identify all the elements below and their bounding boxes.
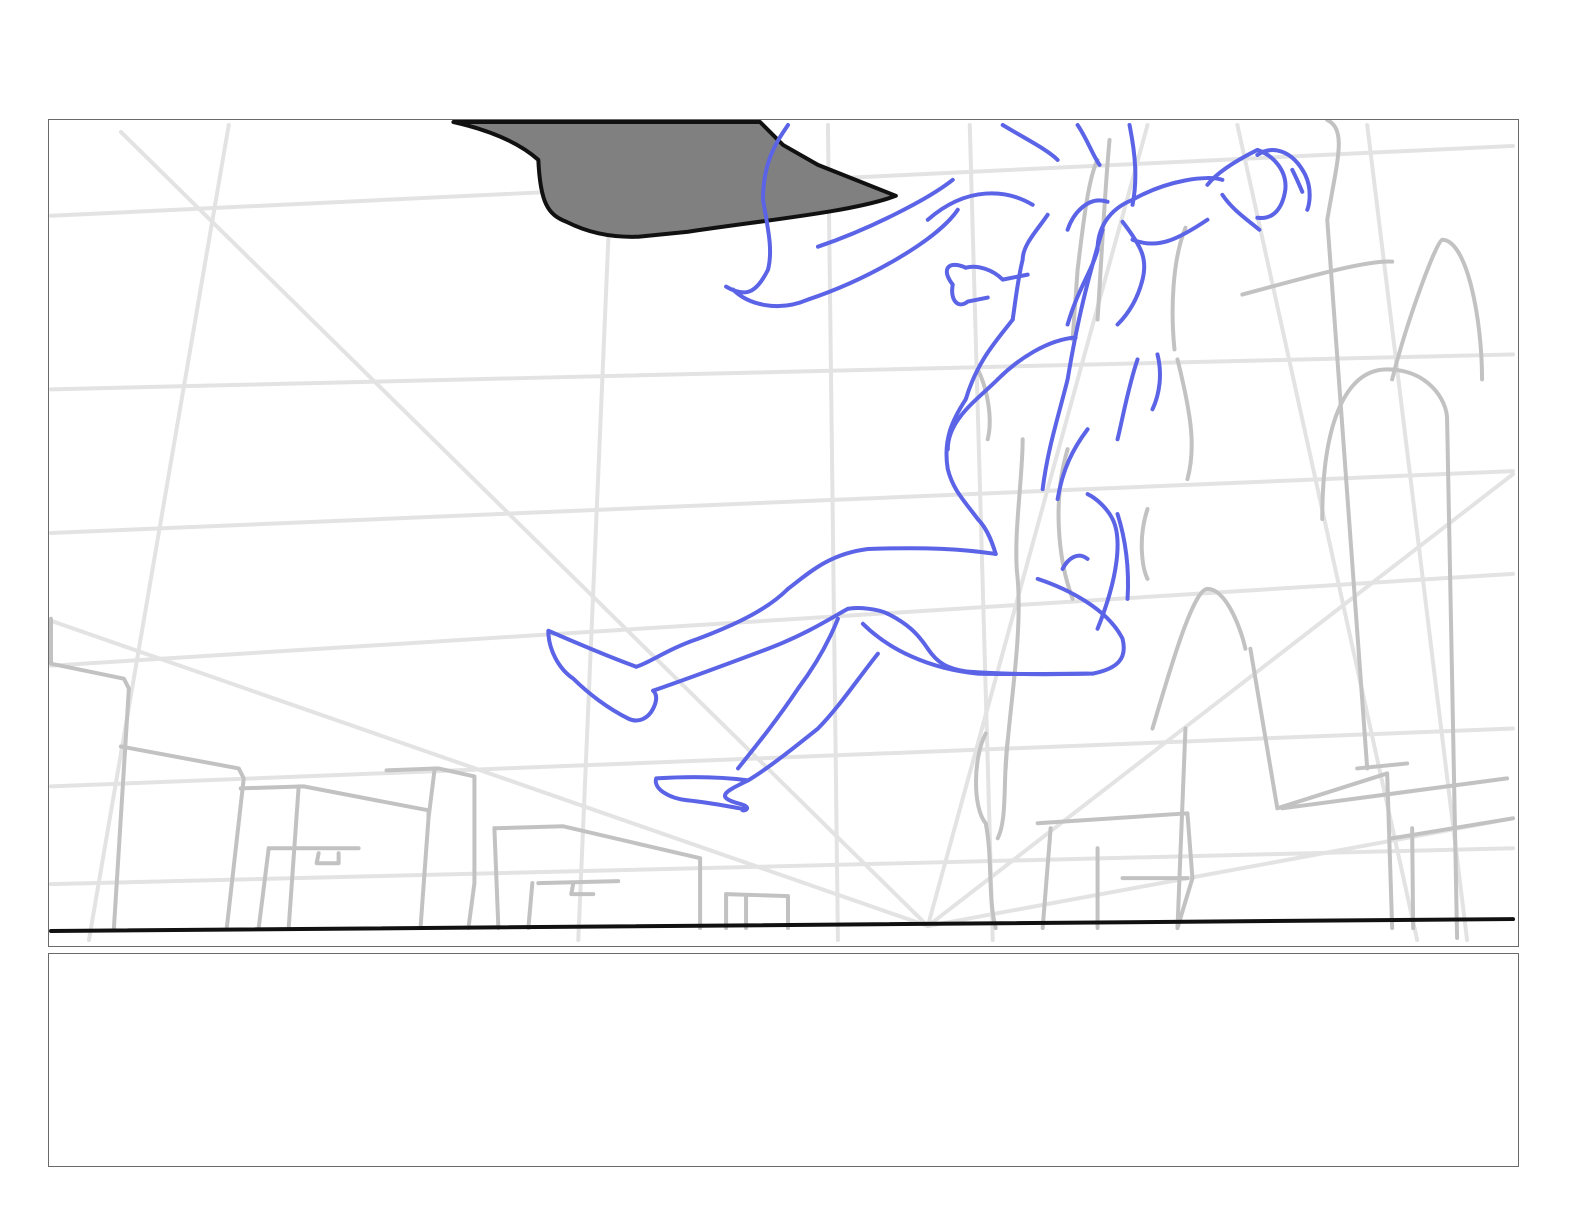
storyboard-drawing-panel — [48, 119, 1519, 947]
background-buildings — [49, 120, 1516, 941]
perspective-grid — [49, 122, 1516, 943]
ground-line — [49, 917, 1516, 934]
storyboard-notes-panel[interactable] — [48, 953, 1519, 1167]
sketch-canvas — [49, 120, 1516, 943]
